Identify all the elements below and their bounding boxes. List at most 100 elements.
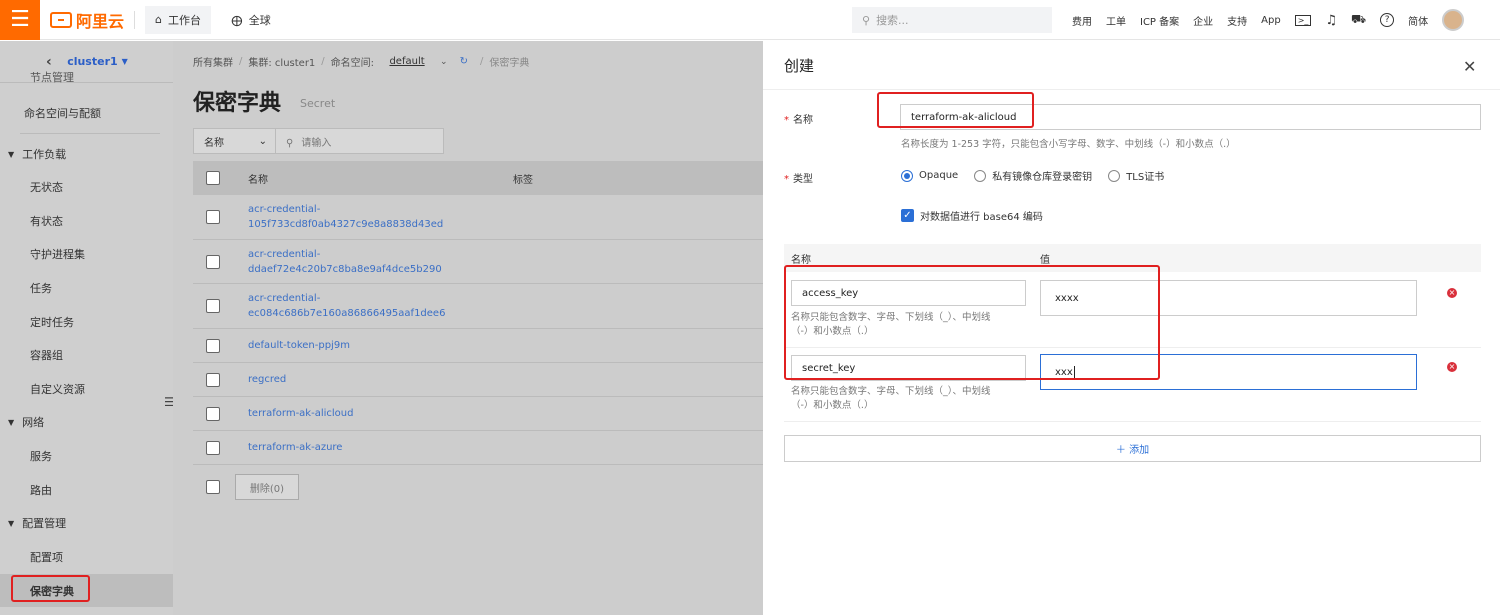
radio-opaque-label[interactable]: Opaque xyxy=(919,170,958,181)
radio-registry-label[interactable]: 私有镜像仓库登录密钥 xyxy=(992,168,1092,183)
breadcrumb: 所有集群 / 集群: cluster1 / 命名空间: default ⌄ ↻ … xyxy=(193,54,530,69)
check-icon[interactable]: ✓ xyxy=(901,209,914,222)
nav-billing[interactable]: 费用 xyxy=(1072,13,1092,28)
kv-key-input[interactable]: access_key xyxy=(791,280,1026,306)
radio-tls[interactable] xyxy=(1108,169,1121,182)
base64-option[interactable]: ✓ 对数据值进行 base64 编码 xyxy=(901,208,1043,223)
breadcrumb-cluster[interactable]: 集群: cluster1 xyxy=(248,54,315,69)
row-checkbox[interactable] xyxy=(206,338,220,353)
sidebar-group-workloads[interactable]: ▼ 工作负载 xyxy=(0,139,173,169)
kv-key-input[interactable]: secret_key xyxy=(791,355,1026,381)
breadcrumb-current: 保密字典 xyxy=(489,58,530,69)
divider xyxy=(763,89,1500,90)
remove-icon[interactable]: × xyxy=(1447,362,1457,372)
caret-down-icon: ▼ xyxy=(8,417,15,427)
add-kv-button[interactable]: ＋ 添加 xyxy=(784,435,1481,462)
sidebar-item-secrets[interactable]: 保密字典 xyxy=(0,574,173,607)
nav-ticket[interactable]: 工单 xyxy=(1106,13,1126,28)
sidebar-item-jobs[interactable]: 任务 xyxy=(0,273,173,303)
table-row: terraform-ak-alicloud xyxy=(193,397,763,431)
table-row: acr-credential- 105f733cd8f0ab4327c9e8a88… xyxy=(193,195,763,240)
back-icon[interactable]: ‹ xyxy=(46,54,52,70)
caret-down-icon: ▼ xyxy=(8,149,15,159)
nav-app[interactable]: App xyxy=(1261,15,1281,26)
search-input[interactable]: ⚲ 搜索... xyxy=(852,7,1052,33)
sidebar-item-configmaps[interactable]: 配置项 xyxy=(0,542,173,572)
refresh-icon[interactable]: ↻ xyxy=(460,56,468,67)
secret-link[interactable]: regcred xyxy=(248,372,286,387)
bell-icon[interactable]: ♫ xyxy=(1325,13,1337,28)
breadcrumb-all-clusters[interactable]: 所有集群 xyxy=(193,54,233,69)
name-hint: 名称长度为 1-253 字符，只能包含小写字母、数字、中划线（-）和小数点（.） xyxy=(901,139,1236,150)
sidebar-group-network[interactable]: ▼ 网络 xyxy=(0,407,173,437)
kv-value-input[interactable]: xxx xyxy=(1040,354,1417,390)
secret-link[interactable]: default-token-ppj9m xyxy=(248,338,350,353)
name-label: * 名称 xyxy=(784,115,813,126)
region-label: 全球 xyxy=(248,13,271,27)
namespace-select[interactable]: default xyxy=(380,56,434,67)
table-row: terraform-ak-azure xyxy=(193,431,763,465)
type-label: * 类型 xyxy=(784,174,813,185)
sidebar-item-namespaces[interactable]: 命名空间与配额 xyxy=(0,98,173,128)
sidebar-group-config[interactable]: ▼ 配置管理 xyxy=(0,508,173,538)
nav-icp[interactable]: ICP 备案 xyxy=(1140,13,1179,28)
secret-name-input[interactable]: terraform-ak-alicloud xyxy=(900,104,1481,130)
aliyun-logo[interactable]: 阿里云 xyxy=(50,8,124,32)
language-selector[interactable]: 简体 xyxy=(1408,13,1428,28)
menu-icon[interactable]: ☰ xyxy=(0,0,40,40)
nav-enterprise[interactable]: 企业 xyxy=(1193,13,1213,28)
sidebar-item-deployments[interactable]: 无状态 xyxy=(0,172,173,202)
kv-key-hint: 名称只能包含数字、字母、下划线（_）、中划线 （-）和小数点（.） xyxy=(791,312,991,337)
main-content: 所有集群 / 集群: cluster1 / 命名空间: default ⌄ ↻ … xyxy=(173,41,763,615)
divider xyxy=(784,421,1481,422)
workbench-button[interactable]: ⌂ 工作台 xyxy=(145,5,211,34)
cart-icon[interactable]: ⛟ xyxy=(1351,12,1366,28)
region-selector[interactable]: 🜨 全球 xyxy=(231,5,271,34)
kv-column-name: 名称 xyxy=(791,254,811,266)
filter-bar: 名称 ⌄ ⚲ 请输入 xyxy=(193,128,444,154)
logo-mark-icon xyxy=(50,11,72,28)
avatar[interactable] xyxy=(1442,9,1465,31)
bulk-select-checkbox[interactable] xyxy=(206,480,220,494)
secret-link[interactable]: acr-credential-ec084c686b7e160a86866495a… xyxy=(248,291,445,321)
row-checkbox[interactable] xyxy=(206,440,220,455)
divider xyxy=(134,10,136,29)
row-checkbox[interactable] xyxy=(206,372,220,387)
select-all-checkbox[interactable] xyxy=(206,171,220,185)
sidebar-item-statefulsets[interactable]: 有状态 xyxy=(0,206,173,236)
close-icon[interactable]: ✕ xyxy=(1463,57,1476,76)
nav-support[interactable]: 支持 xyxy=(1227,13,1247,28)
secret-link[interactable]: terraform-ak-alicloud xyxy=(248,406,353,421)
radio-opaque[interactable] xyxy=(901,169,913,182)
terminal-icon[interactable]: >_ xyxy=(1294,14,1312,26)
row-checkbox[interactable] xyxy=(206,254,220,269)
column-name: 名称 xyxy=(248,174,268,186)
help-icon[interactable]: ? xyxy=(1380,13,1395,27)
sidebar-item-crds[interactable]: 自定义资源 xyxy=(0,374,173,404)
sidebar-item-daemonsets[interactable]: 守护进程集 xyxy=(0,239,173,269)
secret-link[interactable]: terraform-ak-azure xyxy=(248,440,342,455)
delete-button[interactable]: 删除(0) xyxy=(235,474,299,500)
row-checkbox[interactable] xyxy=(206,406,220,421)
type-radio-group: Opaque 私有镜像仓库登录密钥 TLS证书 xyxy=(901,168,1164,183)
filter-field-select[interactable]: 名称 ⌄ xyxy=(194,129,276,153)
row-checkbox[interactable] xyxy=(206,210,220,224)
sidebar-item-services[interactable]: 服务 xyxy=(0,441,173,471)
search-icon: ⚲ xyxy=(862,13,871,27)
radio-registry[interactable] xyxy=(974,169,987,182)
row-checkbox[interactable] xyxy=(206,299,220,313)
secret-link[interactable]: acr-credential- 105f733cd8f0ab4327c9e8a88… xyxy=(248,202,443,232)
radio-tls-label[interactable]: TLS证书 xyxy=(1126,168,1164,183)
kv-value-input[interactable]: xxxx xyxy=(1040,280,1417,316)
sidebar-item-pods[interactable]: 容器组 xyxy=(0,340,173,370)
caret-down-icon: ▼ xyxy=(8,518,15,528)
sidebar-item-cronjobs[interactable]: 定时任务 xyxy=(0,307,173,337)
chevron-down-icon[interactable]: ⌄ xyxy=(440,57,448,67)
divider xyxy=(20,133,160,134)
secret-link[interactable]: acr-credential-ddaef72e4c20b7c8ba8e9af4d… xyxy=(248,247,442,277)
sidebar-item-ingresses[interactable]: 路由 xyxy=(0,475,173,505)
table-header: 名称 标签 xyxy=(193,161,763,195)
search-icon: ⚲ xyxy=(286,137,294,149)
remove-icon[interactable]: × xyxy=(1447,288,1457,298)
filter-input[interactable]: ⚲ 请输入 xyxy=(276,134,331,149)
